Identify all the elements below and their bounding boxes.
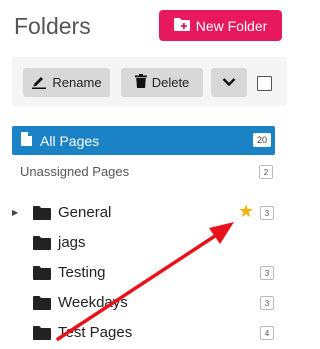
folder-label: Weekdays [58,294,128,311]
chevron-down-icon [222,75,236,90]
folder-item-general[interactable]: ▶ General ★ 3 [0,201,292,225]
folder-icon [33,235,51,250]
folder-count-badge: 3 [260,266,274,280]
caret-right-icon[interactable]: ▶ [12,208,18,217]
delete-button[interactable]: Delete [121,68,203,97]
new-folder-label: New Folder [195,17,268,34]
more-options-button[interactable] [211,68,247,97]
rename-button[interactable]: Rename [23,68,110,97]
folder-item-weekdays[interactable]: Weekdays 3 [0,291,292,315]
unassigned-pages-item[interactable]: Unassigned Pages [20,164,129,179]
folder-icon [33,295,51,310]
folder-plus-icon [173,17,190,34]
pen-icon [31,74,47,92]
new-folder-button[interactable]: New Folder [159,10,282,41]
folder-icon [33,265,51,280]
page-title: Folders [14,13,91,39]
folder-label: jags [58,234,86,251]
page-icon [21,132,32,149]
unassigned-count-badge: 2 [259,165,273,179]
star-icon[interactable]: ★ [238,201,254,222]
all-pages-count: 20 [253,133,271,147]
trash-icon [134,74,147,91]
all-pages-item[interactable]: All Pages 20 [12,126,275,155]
folder-toolbar: Rename Delete [12,57,287,106]
rename-label: Rename [52,75,102,90]
folder-item-testing[interactable]: Testing 3 [0,261,292,285]
folder-icon [33,325,51,340]
folder-icon [33,205,51,220]
folder-label: Test Pages [58,324,133,341]
delete-label: Delete [151,75,190,90]
folder-count-badge: 3 [260,206,274,220]
folder-label: Testing [58,264,106,281]
select-all-checkbox[interactable] [257,76,272,91]
folder-item-test-pages[interactable]: Test Pages 4 [0,321,292,345]
folder-count-badge: 3 [260,296,274,310]
folder-item-jags[interactable]: jags [0,231,292,255]
all-pages-label: All Pages [40,132,100,149]
folder-label: General [58,204,112,221]
folder-count-badge: 4 [260,326,274,340]
